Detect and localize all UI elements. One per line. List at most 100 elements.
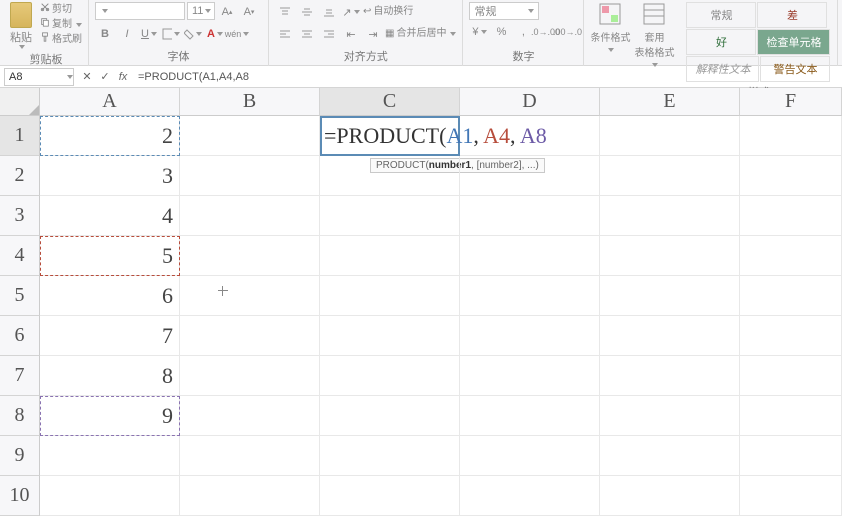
cell-A8[interactable]: 9	[40, 396, 180, 436]
cell-B5[interactable]	[180, 276, 320, 316]
cell-B8[interactable]	[180, 396, 320, 436]
align-bottom-button[interactable]	[319, 2, 339, 22]
cell-F4[interactable]	[740, 236, 842, 276]
cell-E8[interactable]	[600, 396, 740, 436]
cell-A3[interactable]: 4	[40, 196, 180, 236]
formula-input[interactable]: =PRODUCT(A1,A4,A8	[132, 71, 249, 83]
bold-button[interactable]: B	[95, 24, 115, 44]
column-header-E[interactable]: E	[600, 88, 740, 116]
conditional-format-button[interactable]: 条件格式	[590, 2, 630, 56]
cell-D8[interactable]	[460, 396, 600, 436]
cell-B3[interactable]	[180, 196, 320, 236]
align-top-button[interactable]	[275, 2, 295, 22]
cell-A5[interactable]: 6	[40, 276, 180, 316]
style-explain[interactable]: 解释性文本	[686, 56, 759, 82]
row-header-5[interactable]: 5	[0, 276, 40, 316]
cell-C6[interactable]	[320, 316, 460, 356]
increase-font-button[interactable]: A▴	[217, 2, 237, 22]
enter-formula-button[interactable]: ✓	[96, 68, 114, 86]
cell-E4[interactable]	[600, 236, 740, 276]
align-right-button[interactable]	[319, 24, 339, 44]
row-header-3[interactable]: 3	[0, 196, 40, 236]
row-header-9[interactable]: 9	[0, 436, 40, 476]
font-size-select[interactable]: 11	[187, 2, 215, 20]
format-table-button[interactable]: 套用 表格格式	[634, 2, 674, 71]
italic-button[interactable]: I	[117, 24, 137, 44]
decrease-indent-button[interactable]: ⇤	[341, 24, 361, 44]
cell-A9[interactable]	[40, 436, 180, 476]
decrease-decimal-button[interactable]: .00→.0	[557, 22, 577, 42]
style-normal[interactable]: 常规	[686, 2, 756, 28]
cell-E9[interactable]	[600, 436, 740, 476]
cell-B1[interactable]	[180, 116, 320, 156]
cell-D7[interactable]	[460, 356, 600, 396]
decrease-font-button[interactable]: A▾	[239, 2, 259, 22]
percent-button[interactable]: %	[491, 22, 511, 42]
cell-A1[interactable]: 2	[40, 116, 180, 156]
row-header-8[interactable]: 8	[0, 396, 40, 436]
merge-center-button[interactable]: ▦合并后居中	[385, 27, 456, 41]
cell-A2[interactable]: 3	[40, 156, 180, 196]
increase-indent-button[interactable]: ⇥	[363, 24, 383, 44]
wrap-text-button[interactable]: ↩自动换行	[363, 5, 413, 19]
phonetic-button[interactable]: wén	[227, 24, 247, 44]
cell-E6[interactable]	[600, 316, 740, 356]
fill-color-button[interactable]	[183, 24, 203, 44]
column-header-F[interactable]: F	[740, 88, 842, 116]
cell-F1[interactable]	[740, 116, 842, 156]
cancel-formula-button[interactable]: ✕	[78, 68, 96, 86]
cell-F6[interactable]	[740, 316, 842, 356]
cell-A7[interactable]: 8	[40, 356, 180, 396]
font-name-select[interactable]	[95, 2, 185, 20]
row-header-4[interactable]: 4	[0, 236, 40, 276]
cell-D4[interactable]	[460, 236, 600, 276]
cell-D9[interactable]	[460, 436, 600, 476]
cell-A4[interactable]: 5	[40, 236, 180, 276]
style-bad[interactable]: 差	[757, 2, 827, 28]
cell-D3[interactable]	[460, 196, 600, 236]
cell-C2[interactable]	[320, 156, 460, 196]
cell-C8[interactable]	[320, 396, 460, 436]
column-header-A[interactable]: A	[40, 88, 180, 116]
cell-C10[interactable]	[320, 476, 460, 516]
copy-button[interactable]: 复制	[40, 17, 82, 32]
cell-F5[interactable]	[740, 276, 842, 316]
column-header-C[interactable]: C	[320, 88, 460, 116]
cell-A6[interactable]: 7	[40, 316, 180, 356]
paste-button[interactable]: 粘贴	[10, 2, 36, 49]
cell-B4[interactable]	[180, 236, 320, 276]
cell-F3[interactable]	[740, 196, 842, 236]
align-center-button[interactable]	[297, 24, 317, 44]
cell-C1[interactable]: =PRODUCT(A1, A4, A8PRODUCT(number1, [num…	[320, 116, 460, 156]
cell-D2[interactable]	[460, 156, 600, 196]
column-header-B[interactable]: B	[180, 88, 320, 116]
row-header-2[interactable]: 2	[0, 156, 40, 196]
currency-button[interactable]: ¥	[469, 22, 489, 42]
cell-C4[interactable]	[320, 236, 460, 276]
style-check[interactable]: 检查单元格	[757, 29, 830, 55]
border-button[interactable]	[161, 24, 181, 44]
cell-B10[interactable]	[180, 476, 320, 516]
cell-E2[interactable]	[600, 156, 740, 196]
name-box[interactable]: A8	[4, 68, 74, 86]
select-all-corner[interactable]	[0, 88, 40, 116]
align-middle-button[interactable]	[297, 2, 317, 22]
cell-B2[interactable]	[180, 156, 320, 196]
cell-D1[interactable]	[460, 116, 600, 156]
style-warn[interactable]: 警告文本	[760, 56, 830, 82]
cell-F9[interactable]	[740, 436, 842, 476]
cell-B6[interactable]	[180, 316, 320, 356]
font-color-button[interactable]: A	[205, 24, 225, 44]
row-header-10[interactable]: 10	[0, 476, 40, 516]
cell-F8[interactable]	[740, 396, 842, 436]
cell-E5[interactable]	[600, 276, 740, 316]
cell-B9[interactable]	[180, 436, 320, 476]
row-header-6[interactable]: 6	[0, 316, 40, 356]
format-painter-button[interactable]: 格式刷	[40, 32, 82, 47]
cell-D5[interactable]	[460, 276, 600, 316]
cell-D6[interactable]	[460, 316, 600, 356]
cell-E1[interactable]	[600, 116, 740, 156]
cell-F10[interactable]	[740, 476, 842, 516]
cell-F2[interactable]	[740, 156, 842, 196]
cell-A10[interactable]	[40, 476, 180, 516]
